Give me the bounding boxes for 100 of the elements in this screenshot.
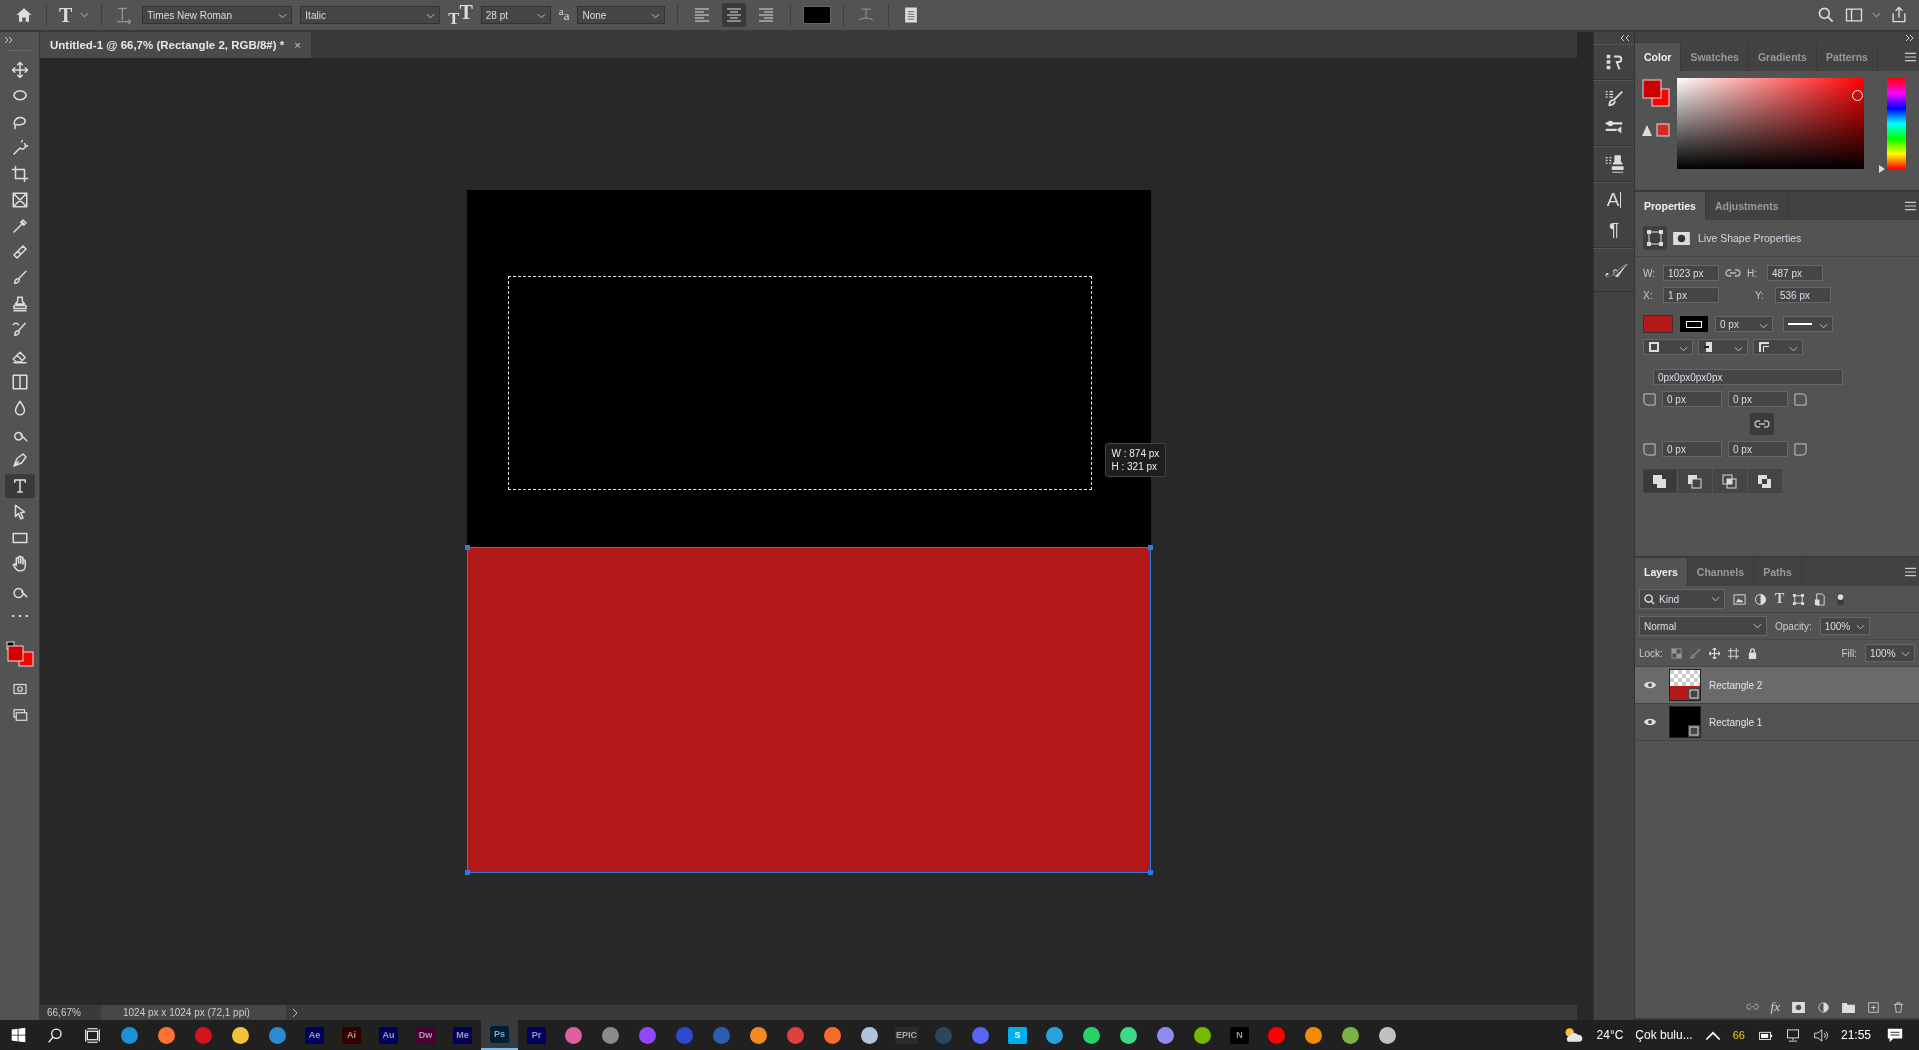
artboard-icon[interactable] xyxy=(1727,647,1739,659)
exclude-shapes-icon[interactable] xyxy=(1748,469,1782,493)
move-icon[interactable] xyxy=(1708,647,1720,659)
color-swatches-icon[interactable] xyxy=(4,640,35,670)
screen-mode-icon[interactable] xyxy=(10,706,29,724)
panel-tab[interactable]: Channels xyxy=(1687,558,1755,586)
fill-swatch[interactable] xyxy=(1643,315,1673,333)
layer-filter-dropdown[interactable]: Kind xyxy=(1639,589,1725,609)
folder-icon[interactable] xyxy=(1842,1001,1855,1013)
slider-thumb[interactable] xyxy=(1878,165,1886,173)
expand-icon[interactable] xyxy=(1905,34,1915,42)
panel-tab[interactable]: Gradients xyxy=(1748,43,1817,71)
height-field[interactable]: 487 px xyxy=(1767,265,1823,281)
layer-row[interactable]: Rectangle 2 xyxy=(1635,667,1919,704)
mask-icon[interactable] xyxy=(1792,1001,1805,1013)
blend-mode-dropdown[interactable]: Normal xyxy=(1639,616,1767,636)
menu-icon[interactable] xyxy=(1905,567,1916,577)
taskbar-app[interactable]: Ai xyxy=(333,1020,370,1050)
fill-field[interactable]: 100% xyxy=(1865,644,1915,662)
image-filter-icon[interactable] xyxy=(1733,592,1746,606)
font-family-dropdown[interactable]: Times New Roman xyxy=(142,6,293,24)
trash-icon[interactable] xyxy=(1892,1001,1905,1013)
panel-tab[interactable]: Paths xyxy=(1754,558,1802,586)
clock[interactable]: 21:55 xyxy=(1840,1028,1871,1042)
link-icon[interactable] xyxy=(1725,269,1741,277)
taskbar-app[interactable]: Pr xyxy=(518,1020,555,1050)
chevron-icon[interactable] xyxy=(291,1007,298,1018)
taskbar-app[interactable]: N xyxy=(1221,1020,1258,1050)
layer-style-button[interactable]: fx xyxy=(1770,999,1780,1015)
stroke-swatch[interactable] xyxy=(1679,315,1709,333)
menu-icon[interactable] xyxy=(1905,52,1916,62)
color-swatches-icon[interactable] xyxy=(1641,78,1671,108)
shape-icon[interactable] xyxy=(1643,226,1667,250)
lock-icon[interactable] xyxy=(1746,647,1758,659)
glyphs-panel-icon[interactable]: 𝒜 xyxy=(1601,255,1627,285)
panel-tab[interactable]: Swatches xyxy=(1681,43,1749,71)
text-color-swatch[interactable] xyxy=(803,6,832,24)
shape-filter-icon[interactable] xyxy=(1792,592,1806,606)
corner-radius-field[interactable]: 0px0px0px0px xyxy=(1653,369,1843,385)
zoom-level[interactable]: 66,67% xyxy=(40,1007,101,1018)
menu-icon[interactable] xyxy=(1905,201,1916,211)
link-button[interactable] xyxy=(1750,413,1774,435)
checker-icon[interactable] xyxy=(1670,647,1682,659)
taskbar-app[interactable]: Au xyxy=(370,1020,407,1050)
stroke-width-dropdown[interactable]: 0 px xyxy=(1715,316,1773,332)
align-button[interactable] xyxy=(722,3,747,27)
type-tool-preset[interactable]: T xyxy=(59,3,73,27)
panel-tab[interactable]: Color xyxy=(1635,43,1682,71)
intersect-shapes-icon[interactable] xyxy=(1713,469,1747,493)
subtract-shapes-icon[interactable] xyxy=(1678,469,1712,493)
link-icon[interactable] xyxy=(1745,1001,1759,1013)
taskbar-app[interactable]: Dw xyxy=(407,1020,444,1050)
font-style-dropdown[interactable]: Italic xyxy=(300,6,441,24)
corner-radius-field[interactable]: 0 px xyxy=(1728,391,1788,407)
panel-tab[interactable]: Properties xyxy=(1635,192,1706,220)
width-field[interactable]: 1023 px xyxy=(1663,265,1719,281)
x-field[interactable]: 1 px xyxy=(1663,287,1719,303)
layer-row[interactable]: Rectangle 1 xyxy=(1635,704,1919,741)
stroke-type-dropdown[interactable] xyxy=(1783,316,1833,332)
close-button[interactable]: × xyxy=(294,39,301,51)
taskbar-app[interactable]: EPIC xyxy=(888,1020,925,1050)
eye-icon[interactable] xyxy=(1643,717,1657,727)
y-field[interactable]: 536 px xyxy=(1775,287,1831,303)
weather-icon[interactable] xyxy=(1562,1026,1583,1044)
taskbar-app[interactable]: Ps xyxy=(481,1020,518,1050)
new-layer-icon[interactable] xyxy=(1867,1001,1880,1013)
eye-icon[interactable] xyxy=(1643,680,1657,690)
smart-object-filter-icon[interactable] xyxy=(1813,592,1827,606)
weather-text[interactable]: Çok bulu... xyxy=(1635,1028,1693,1042)
corner-radius-field[interactable]: 0 px xyxy=(1662,441,1722,457)
task-view-icon[interactable] xyxy=(84,1026,101,1044)
expand-icon[interactable] xyxy=(4,36,14,44)
caret-icon[interactable] xyxy=(1872,12,1881,18)
document-tab[interactable]: Untitled-1 @ 66,7% (Rectangle 2, RGB/8#) * × xyxy=(40,32,311,58)
font-size-dropdown[interactable]: 28 pt xyxy=(480,6,551,24)
tool-button[interactable] xyxy=(4,474,35,498)
stroke-align-dropdown[interactable] xyxy=(1643,339,1693,355)
taskbar-app[interactable]: Ae xyxy=(296,1020,333,1050)
temperature[interactable]: 24°C xyxy=(1596,1028,1624,1042)
stroke-corners-dropdown[interactable] xyxy=(1753,339,1803,355)
panel-tab[interactable]: Patterns xyxy=(1816,43,1878,71)
adjustment-filter-icon[interactable] xyxy=(1754,592,1767,606)
adjustment-icon[interactable] xyxy=(1817,1001,1830,1013)
volume-icon[interactable] xyxy=(1812,1028,1829,1042)
paragraph-panel-icon[interactable]: ¶ xyxy=(1608,219,1620,241)
gamut-warning-icon[interactable] xyxy=(1641,122,1671,138)
panel-tab[interactable]: Layers xyxy=(1635,558,1688,586)
collapse-icon[interactable] xyxy=(1620,34,1630,42)
taskbar-app[interactable]: Me xyxy=(444,1020,481,1050)
tray-count[interactable]: 66 xyxy=(1732,1029,1745,1041)
combine-shapes-icon[interactable] xyxy=(1643,469,1677,493)
caret-icon[interactable] xyxy=(80,12,90,18)
clone-source-icon[interactable] xyxy=(1603,153,1625,175)
corner-radius-field[interactable]: 0 px xyxy=(1728,441,1788,457)
windows-icon[interactable] xyxy=(10,1026,27,1044)
network-icon[interactable] xyxy=(1784,1028,1801,1042)
panel-tab[interactable]: Adjustments xyxy=(1705,192,1789,220)
type-filter-icon[interactable]: T xyxy=(1775,591,1785,607)
notification-icon[interactable] xyxy=(1885,1026,1905,1044)
opacity-field[interactable]: 100% xyxy=(1819,617,1870,635)
